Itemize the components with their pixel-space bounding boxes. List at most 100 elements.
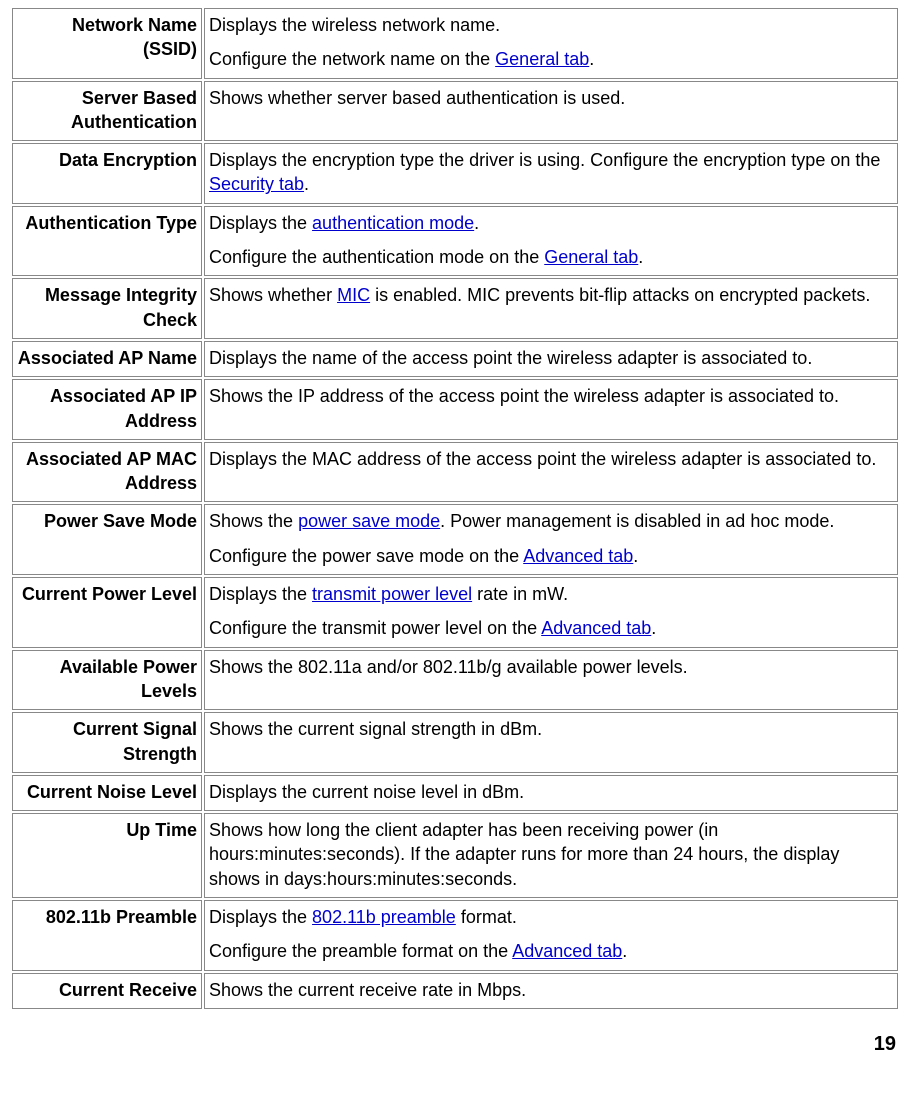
- table-row: Authentication TypeDisplays the authenti…: [12, 206, 898, 277]
- table-row: Current Signal Strength Shows the current…: [12, 712, 898, 773]
- row-description: Displays the MAC address of the access p…: [204, 442, 898, 503]
- table-row: Available Power Levels Shows the 802.11a …: [12, 650, 898, 711]
- row-label: Current Noise Level: [12, 775, 202, 811]
- row-description: Shows the current signal strength in dBm…: [204, 712, 898, 773]
- description-paragraph: Shows the power save mode. Power managem…: [209, 509, 893, 533]
- text-span: Displays the: [209, 907, 312, 927]
- text-span: Shows whether server based authenticatio…: [209, 88, 625, 108]
- row-label: Server Based Authentication: [12, 81, 202, 142]
- table-row: 802.11b PreambleDisplays the 802.11b pre…: [12, 900, 898, 971]
- row-description: Shows the current receive rate in Mbps.: [204, 973, 898, 1009]
- text-span: Displays the wireless network name.: [209, 15, 500, 35]
- text-span: .: [633, 546, 638, 566]
- row-label: Data Encryption: [12, 143, 202, 204]
- row-label: Associated AP MAC Address: [12, 442, 202, 503]
- description-paragraph: Shows the current receive rate in Mbps.: [209, 978, 893, 1002]
- description-paragraph: Displays the name of the access point th…: [209, 346, 893, 370]
- doc-link[interactable]: Advanced tab: [523, 546, 633, 566]
- table-row: Associated AP IP Address Shows the IP add…: [12, 379, 898, 440]
- description-paragraph: Shows the current signal strength in dBm…: [209, 717, 893, 741]
- row-description: Shows how long the client adapter has be…: [204, 813, 898, 898]
- row-description: Displays the current noise level in dBm.: [204, 775, 898, 811]
- row-label: Current Signal Strength: [12, 712, 202, 773]
- table-row: Associated AP Name Displays the name of t…: [12, 341, 898, 377]
- row-label: Network Name (SSID): [12, 8, 202, 79]
- doc-link[interactable]: Advanced tab: [512, 941, 622, 961]
- doc-link[interactable]: transmit power level: [312, 584, 472, 604]
- text-span: .: [474, 213, 479, 233]
- definitions-table: Network Name (SSID)Displays the wireless…: [10, 6, 900, 1011]
- description-paragraph: Displays the MAC address of the access p…: [209, 447, 893, 471]
- description-paragraph: Shows the 802.11a and/or 802.11b/g avail…: [209, 655, 893, 679]
- table-row: Up TimeShows how long the client adapter…: [12, 813, 898, 898]
- description-paragraph: Configure the preamble format on the Adv…: [209, 939, 893, 963]
- description-paragraph: Configure the network name on the Genera…: [209, 47, 893, 71]
- text-span: .: [589, 49, 594, 69]
- text-span: Displays the current noise level in dBm.: [209, 782, 524, 802]
- row-label: Associated AP IP Address: [12, 379, 202, 440]
- text-span: Configure the authentication mode on the: [209, 247, 544, 267]
- doc-link[interactable]: General tab: [495, 49, 589, 69]
- row-description: Displays the authentication mode. Configu…: [204, 206, 898, 277]
- table-row: Current Power Level Displays the transmit…: [12, 577, 898, 648]
- description-paragraph: Displays the 802.11b preamble format.: [209, 905, 893, 929]
- doc-link[interactable]: General tab: [544, 247, 638, 267]
- row-label: Available Power Levels: [12, 650, 202, 711]
- description-paragraph: Shows whether MIC is enabled. MIC preven…: [209, 283, 893, 307]
- row-description: Displays the encryption type the driver …: [204, 143, 898, 204]
- description-paragraph: Displays the encryption type the driver …: [209, 148, 893, 197]
- doc-link[interactable]: authentication mode: [312, 213, 474, 233]
- description-paragraph: Shows how long the client adapter has be…: [209, 818, 893, 891]
- text-span: .: [638, 247, 643, 267]
- table-row: Power Save Mode Shows the power save mode…: [12, 504, 898, 575]
- doc-link[interactable]: Security tab: [209, 174, 304, 194]
- description-paragraph: Configure the transmit power level on th…: [209, 616, 893, 640]
- text-span: Configure the transmit power level on th…: [209, 618, 541, 638]
- row-label: Power Save Mode: [12, 504, 202, 575]
- text-span: Displays the name of the access point th…: [209, 348, 812, 368]
- table-row: Message Integrity Check Shows whether MIC…: [12, 278, 898, 339]
- doc-link[interactable]: MIC: [337, 285, 370, 305]
- doc-link[interactable]: power save mode: [298, 511, 440, 531]
- row-label: Authentication Type: [12, 206, 202, 277]
- row-description: Shows the 802.11a and/or 802.11b/g avail…: [204, 650, 898, 711]
- text-span: .: [304, 174, 309, 194]
- row-description: Displays the transmit power level rate i…: [204, 577, 898, 648]
- description-paragraph: Shows whether server based authenticatio…: [209, 86, 893, 110]
- description-paragraph: Shows the IP address of the access point…: [209, 384, 893, 408]
- text-span: format.: [456, 907, 517, 927]
- document-page: Network Name (SSID)Displays the wireless…: [0, 0, 922, 1070]
- text-span: Configure the network name on the: [209, 49, 495, 69]
- text-span: .: [651, 618, 656, 638]
- table-row: Associated AP MAC Address Displays the MA…: [12, 442, 898, 503]
- description-paragraph: Displays the transmit power level rate i…: [209, 582, 893, 606]
- row-description: Shows the IP address of the access point…: [204, 379, 898, 440]
- row-description: Shows the power save mode. Power managem…: [204, 504, 898, 575]
- row-label: Current Receive: [12, 973, 202, 1009]
- text-span: Configure the preamble format on the: [209, 941, 512, 961]
- text-span: Configure the power save mode on the: [209, 546, 523, 566]
- text-span: Shows the: [209, 511, 298, 531]
- row-description: Displays the wireless network name. Confi…: [204, 8, 898, 79]
- text-span: Displays the: [209, 584, 312, 604]
- table-row: Current Noise Level Displays the current …: [12, 775, 898, 811]
- table-row: Current Receive Shows the current receive…: [12, 973, 898, 1009]
- description-paragraph: Displays the current noise level in dBm.: [209, 780, 893, 804]
- description-paragraph: Displays the authentication mode.: [209, 211, 893, 235]
- row-label: 802.11b Preamble: [12, 900, 202, 971]
- text-span: Shows the IP address of the access point…: [209, 386, 839, 406]
- row-label: Message Integrity Check: [12, 278, 202, 339]
- row-description: Shows whether MIC is enabled. MIC preven…: [204, 278, 898, 339]
- text-span: rate in mW.: [472, 584, 568, 604]
- doc-link[interactable]: 802.11b preamble: [312, 907, 456, 927]
- text-span: Displays the MAC address of the access p…: [209, 449, 876, 469]
- row-label: Current Power Level: [12, 577, 202, 648]
- row-description: Shows whether server based authenticatio…: [204, 81, 898, 142]
- description-paragraph: Configure the power save mode on the Adv…: [209, 544, 893, 568]
- page-number: 19: [10, 1011, 900, 1070]
- row-description: Displays the 802.11b preamble format. Con…: [204, 900, 898, 971]
- row-label: Up Time: [12, 813, 202, 898]
- row-label: Associated AP Name: [12, 341, 202, 377]
- text-span: Displays the: [209, 213, 312, 233]
- doc-link[interactable]: Advanced tab: [541, 618, 651, 638]
